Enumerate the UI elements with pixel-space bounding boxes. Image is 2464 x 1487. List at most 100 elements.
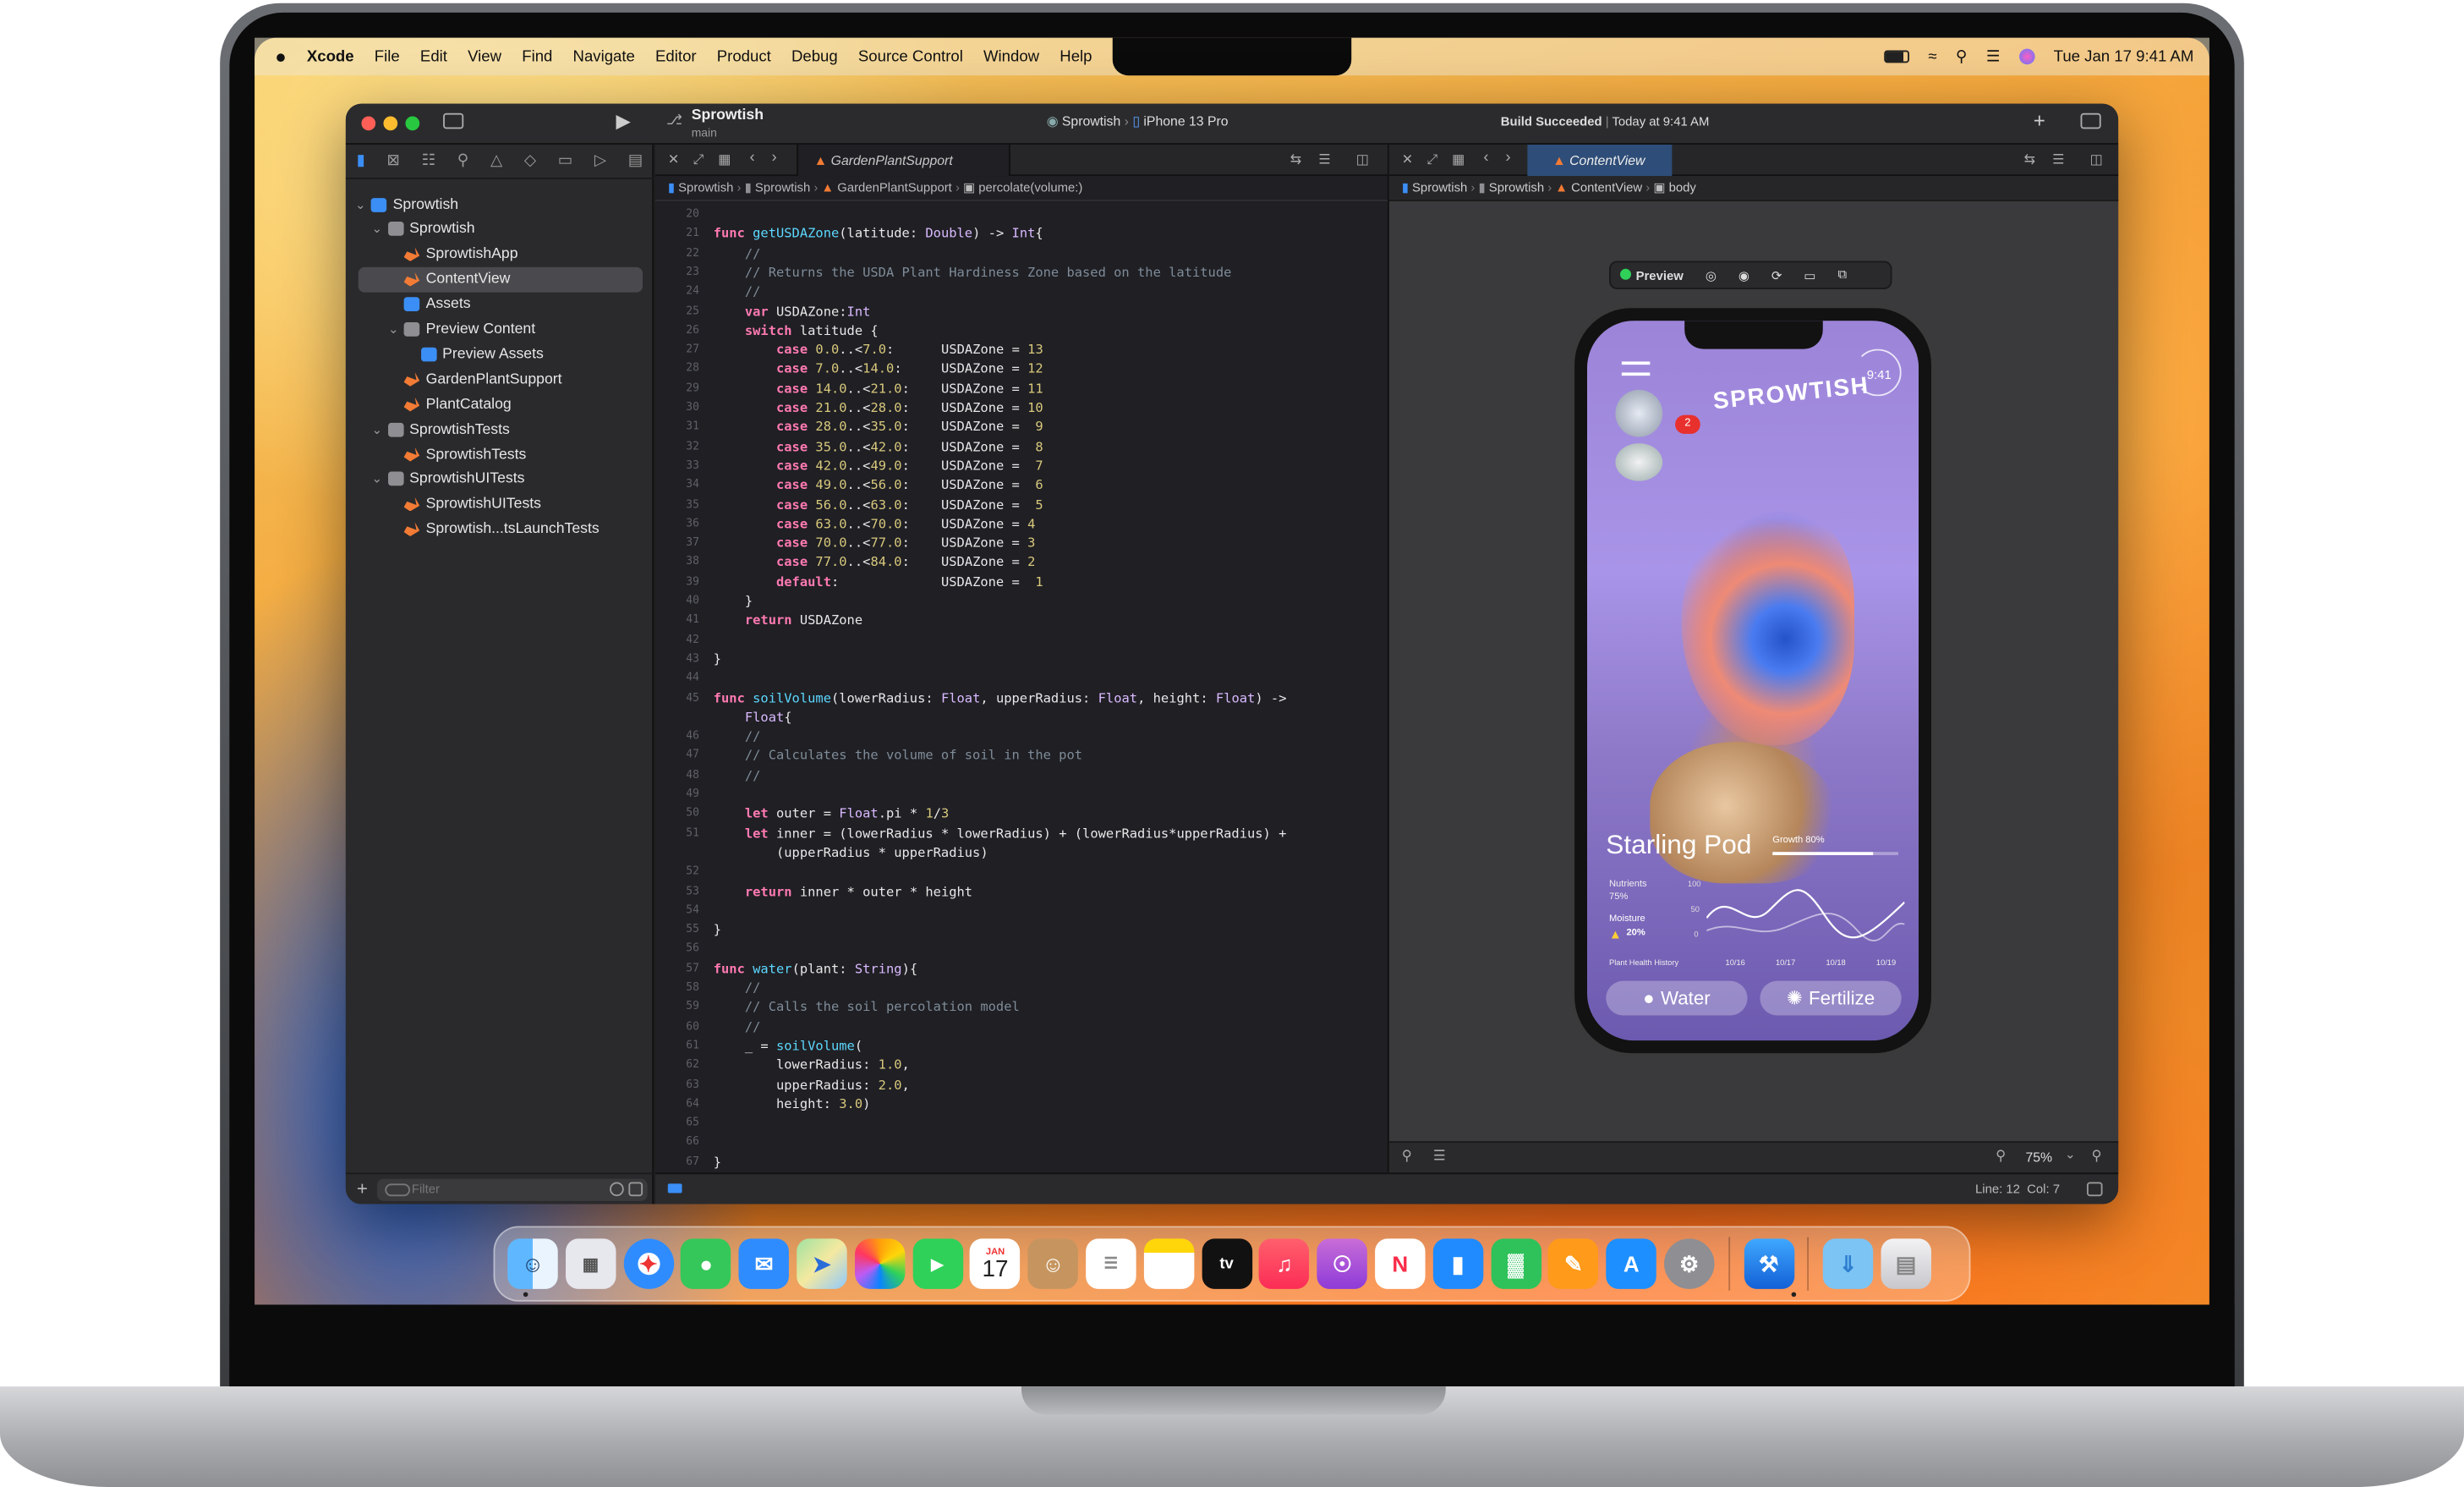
- menu-window[interactable]: Window: [983, 48, 1039, 65]
- jump-project[interactable]: Sprowtish: [678, 181, 733, 195]
- refresh-icon[interactable]: ⇆: [1290, 151, 1301, 167]
- code-line[interactable]: func getUSDAZone(latitude: Double) -> In…: [714, 223, 1043, 243]
- pages-icon[interactable]: ✎: [1548, 1238, 1599, 1289]
- zoom-out-icon[interactable]: ⚲: [1996, 1148, 2006, 1165]
- project-navigator-icon[interactable]: ▮: [357, 152, 365, 169]
- safari-icon[interactable]: ✦: [623, 1238, 674, 1289]
- back-icon[interactable]: ‹: [1483, 150, 1488, 167]
- code-line[interactable]: case 77.0..<84.0: USDAZone = 2: [714, 552, 1035, 572]
- inspector-toggle-icon[interactable]: [2080, 112, 2101, 129]
- code-line[interactable]: case 7.0..<14.0: USDAZone = 12: [714, 359, 1043, 378]
- report-navigator-icon[interactable]: ▤: [628, 152, 643, 169]
- editor-options-icon[interactable]: ☰: [1318, 151, 1330, 167]
- navigator-item[interactable]: Preview Assets: [346, 342, 654, 367]
- fertilize-button[interactable]: ✺ Fertilize: [1760, 980, 1902, 1016]
- add-icon[interactable]: +: [2034, 108, 2045, 132]
- keynote-icon[interactable]: ▮: [1432, 1238, 1483, 1289]
- jump-project[interactable]: Sprowtish: [1412, 181, 1467, 195]
- tab-content-view[interactable]: ▲ ContentView: [1527, 144, 1673, 177]
- related-items-icon[interactable]: ▦: [1452, 151, 1465, 167]
- code-line[interactable]: case 63.0..<70.0: USDAZone = 4: [714, 513, 1035, 533]
- code-line[interactable]: case 14.0..<21.0: USDAZone = 11: [714, 378, 1043, 398]
- music-icon[interactable]: ♫: [1259, 1238, 1310, 1289]
- close-editor-icon[interactable]: ✕: [1402, 151, 1413, 167]
- code-line[interactable]: //: [714, 978, 761, 997]
- menu-edit[interactable]: Edit: [420, 48, 447, 65]
- app-store-icon[interactable]: A: [1606, 1238, 1657, 1289]
- code-line[interactable]: lowerRadius: 1.0,: [714, 1055, 910, 1074]
- tab-garden-plant-support[interactable]: ▲ GardenPlantSupport: [797, 144, 1010, 177]
- expand-editor-icon[interactable]: ⤢: [693, 151, 704, 167]
- code-line[interactable]: }: [714, 649, 721, 668]
- navigator-item[interactable]: SprowtishUITests: [346, 491, 654, 517]
- code-line[interactable]: height: 3.0): [714, 1094, 870, 1113]
- menu-source-control[interactable]: Source Control: [858, 48, 963, 65]
- code-line[interactable]: }: [714, 919, 721, 939]
- split-editor-icon[interactable]: ◫: [1356, 151, 1369, 167]
- menu-clock[interactable]: Tue Jan 17 9:41 AM: [2054, 48, 2194, 65]
- navigator-item[interactable]: ContentView: [358, 266, 643, 293]
- code-line[interactable]: case 28.0..<35.0: USDAZone = 9: [714, 417, 1043, 436]
- filter-options-icon[interactable]: [385, 1183, 411, 1197]
- menu-navigate[interactable]: Navigate: [573, 48, 635, 65]
- code-line[interactable]: _ = soilVolume(: [714, 1035, 862, 1055]
- code-line[interactable]: var USDAZone:Int: [714, 301, 871, 321]
- jump-symbol[interactable]: percolate(volume:): [978, 181, 1082, 195]
- source-control-navigator-icon[interactable]: ⊠: [386, 152, 400, 169]
- messages-icon[interactable]: ●: [681, 1238, 731, 1289]
- navigator-item[interactable]: Sprowtish...tsLaunchTests: [346, 517, 654, 542]
- navigator-item[interactable]: ⌄ SprowtishTests: [346, 417, 654, 442]
- navigator-item[interactable]: ⌄ Sprowtish: [346, 217, 654, 242]
- scheme-selector[interactable]: ◉ Sprowtish › ▯ iPhone 13 Pro: [1047, 113, 1229, 130]
- zoom-window-button[interactable]: [405, 116, 420, 131]
- forward-icon[interactable]: ›: [771, 150, 776, 167]
- code-line[interactable]: Float{: [714, 707, 792, 727]
- debug-area-toggle-icon[interactable]: [667, 1183, 682, 1193]
- duplicate-preview-icon[interactable]: ⧉: [1837, 267, 1847, 283]
- water-button[interactable]: ● Water: [1606, 980, 1748, 1016]
- menu-view[interactable]: View: [468, 48, 501, 65]
- code-line[interactable]: upperRadius: 2.0,: [714, 1074, 910, 1094]
- code-line[interactable]: // Returns the USDA Plant Hardiness Zone…: [714, 262, 1232, 282]
- code-line[interactable]: let outer = Float.pi * 1/3: [714, 804, 949, 823]
- close-editor-icon[interactable]: ✕: [668, 151, 679, 167]
- expand-editor-icon[interactable]: ⤢: [1426, 151, 1437, 167]
- split-editor-icon[interactable]: ◫: [2090, 151, 2103, 167]
- system-settings-icon[interactable]: ⚙: [1663, 1238, 1715, 1289]
- menu-app-name[interactable]: Xcode: [307, 48, 354, 65]
- sidebar-toggle-icon[interactable]: [443, 112, 464, 129]
- menu-product[interactable]: Product: [717, 48, 771, 65]
- code-line[interactable]: case 49.0..<56.0: USDAZone = 6: [714, 475, 1043, 495]
- code-line[interactable]: case 70.0..<77.0: USDAZone = 3: [714, 533, 1035, 552]
- code-line[interactable]: default: USDAZone = 1: [714, 572, 1043, 591]
- xcode-icon[interactable]: ⚒: [1743, 1238, 1794, 1289]
- downloads-folder-icon[interactable]: ⇓: [1822, 1238, 1874, 1289]
- code-line[interactable]: //: [714, 765, 761, 784]
- code-line[interactable]: // Calculates the volume of soil in the …: [714, 746, 1082, 765]
- adjust-icon[interactable]: ☰: [1433, 1148, 1446, 1165]
- maps-icon[interactable]: ➤: [797, 1238, 847, 1289]
- code-line[interactable]: }: [714, 1152, 721, 1171]
- related-items-icon[interactable]: ▦: [718, 151, 731, 167]
- zoom-in-icon[interactable]: ⚲: [2092, 1148, 2102, 1165]
- jump-file[interactable]: GardenPlantSupport: [837, 181, 952, 195]
- back-icon[interactable]: ‹: [749, 150, 754, 167]
- live-preview-button[interactable]: Preview: [1620, 267, 1684, 283]
- wifi-icon[interactable]: ≈: [1928, 48, 1936, 65]
- navigator-item[interactable]: PlantCatalog: [346, 392, 654, 417]
- jump-symbol[interactable]: body: [1669, 181, 1696, 195]
- zoom-level[interactable]: 75%: [2025, 1149, 2052, 1165]
- canvas-jump-bar[interactable]: ▮ Sprowtish › ▮ Sprowtish › ▲ ContentVie…: [1388, 176, 2119, 201]
- contacts-icon[interactable]: ☺: [1027, 1238, 1079, 1289]
- finder-icon[interactable]: ☺: [507, 1238, 558, 1289]
- code-line[interactable]: //: [714, 243, 761, 262]
- trash-icon[interactable]: ▤: [1881, 1238, 1931, 1289]
- code-line[interactable]: case 35.0..<42.0: USDAZone = 8: [714, 436, 1043, 456]
- podcasts-icon[interactable]: ☉: [1317, 1238, 1368, 1289]
- code-line[interactable]: (upperRadius * upperRadius): [714, 842, 988, 862]
- hamburger-menu-icon[interactable]: [1621, 361, 1651, 376]
- code-line[interactable]: switch latitude {: [714, 321, 879, 340]
- control-center-icon[interactable]: ☰: [1986, 48, 2001, 65]
- reminders-icon[interactable]: ☰: [1086, 1238, 1136, 1289]
- code-line[interactable]: case 0.0..<7.0: USDAZone = 13: [714, 340, 1043, 359]
